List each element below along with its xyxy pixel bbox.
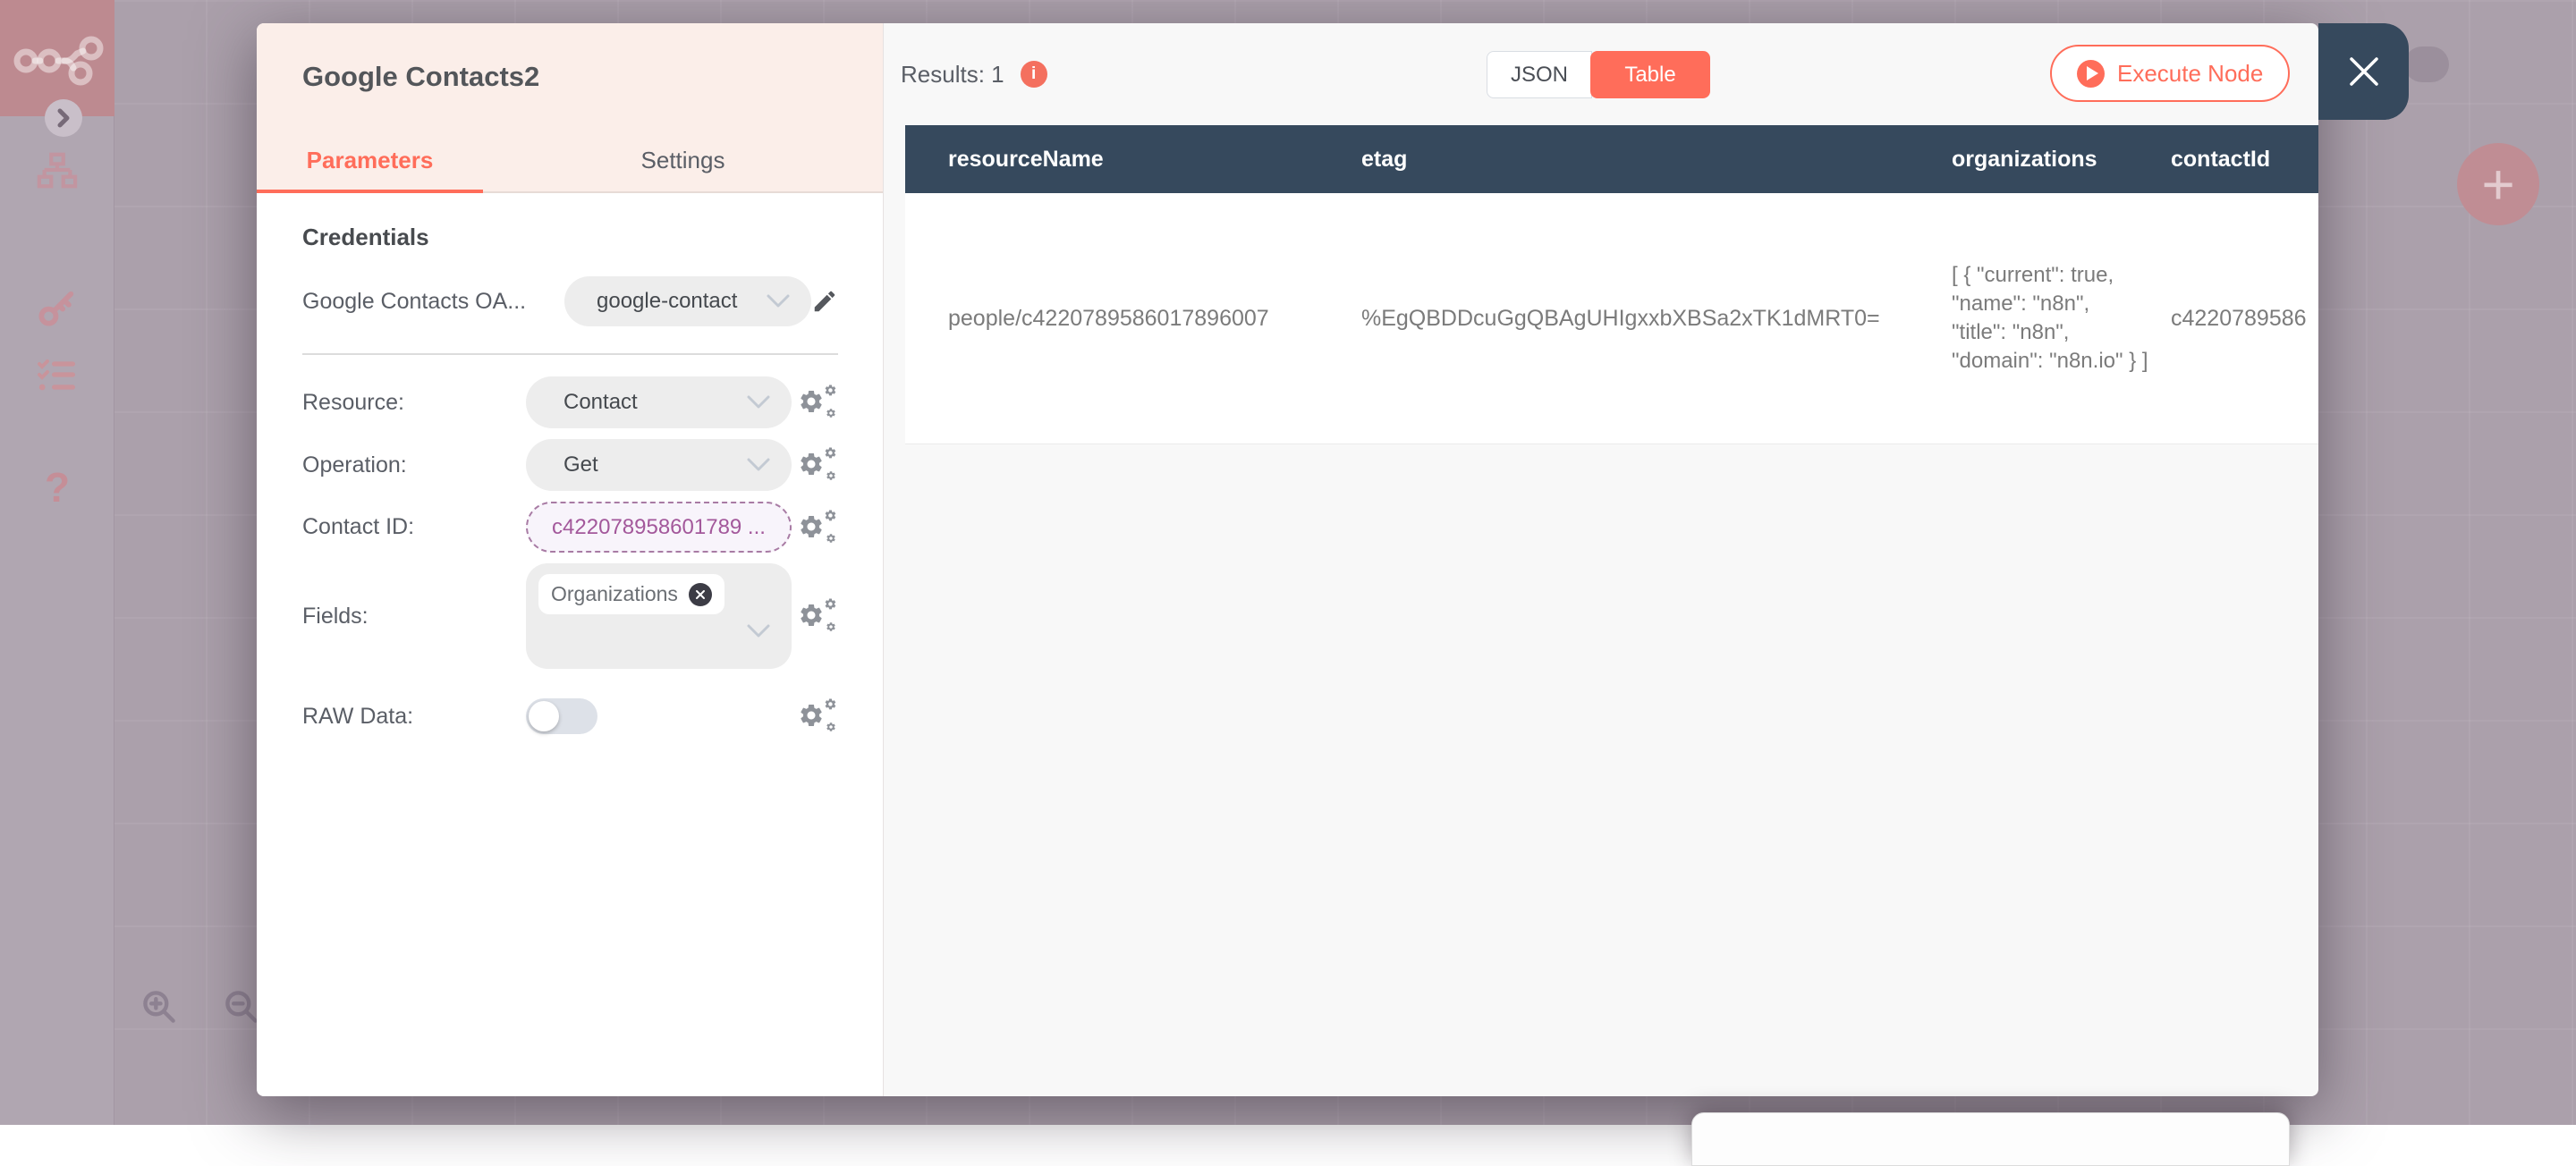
cell-organizations: [ { "current": true, "name": "n8n", "tit… <box>1925 193 2148 444</box>
contact-id-label: Contact ID: <box>302 514 526 540</box>
chevron-down-icon <box>747 624 770 638</box>
n8n-logo-icon <box>0 0 114 116</box>
column-header-etag: etag <box>1326 125 1925 193</box>
credentials-heading: Credentials <box>302 224 838 251</box>
raw-data-toggle[interactable] <box>526 698 597 734</box>
contact-id-expression-field[interactable]: c422078958601789 ... <box>526 502 792 553</box>
sidebar-item-credentials[interactable] <box>0 288 114 329</box>
workflows-icon <box>37 150 78 191</box>
credential-select-value: google-contact <box>597 289 767 314</box>
view-json-button[interactable]: JSON <box>1487 51 1592 98</box>
param-row-contact-id: Contact ID: c422078958601789 ... <box>302 502 838 553</box>
node-details-modal: Google Contacts2 Parameters Settings Cre… <box>257 23 2318 1096</box>
param-row-operation: Operation: Get <box>302 439 838 491</box>
zoom-out-button[interactable] <box>222 987 261 1027</box>
execute-node-label: Execute Node <box>2117 60 2263 88</box>
sidebar-collapse-button[interactable] <box>45 99 82 137</box>
credential-label: Google Contacts OA... <box>302 289 564 315</box>
results-table: resourceName etag organizations contactI… <box>905 125 2318 444</box>
raw-data-label: RAW Data: <box>302 704 526 730</box>
cell-resource-name: people/c4220789586017896007 <box>905 193 1326 444</box>
view-table-button[interactable]: Table <box>1590 51 1710 98</box>
key-icon <box>37 288 78 329</box>
output-view-toggle: JSON Table <box>1487 51 1710 98</box>
chevron-right-icon <box>55 108 72 128</box>
credential-edit-button[interactable] <box>811 288 838 315</box>
contact-id-options-gears-icon[interactable] <box>797 507 838 548</box>
play-icon <box>2077 60 2105 88</box>
zoom-in-button[interactable] <box>140 987 179 1027</box>
node-output-panel: Results: 1 i JSON Table Execute Node res… <box>884 23 2318 1096</box>
tag-remove-x-icon[interactable] <box>689 583 712 606</box>
bottom-popup <box>1691 1112 2290 1166</box>
chevron-down-icon <box>747 395 770 410</box>
param-row-raw-data: RAW Data: <box>302 696 838 737</box>
sidebar-item-executions[interactable] <box>0 356 114 399</box>
zoom-out-icon <box>222 987 261 1027</box>
add-node-button[interactable]: + <box>2457 143 2539 225</box>
table-row: people/c4220789586017896007 %EgQBDDcuGgQ… <box>905 193 2318 444</box>
close-modal-button[interactable] <box>2318 23 2409 120</box>
sidebar-item-help[interactable]: ? <box>0 463 114 511</box>
resource-label: Resource: <box>302 390 526 416</box>
fields-multiselect[interactable]: Organizations <box>526 563 792 669</box>
execute-node-button[interactable]: Execute Node <box>2050 45 2290 102</box>
tab-parameters[interactable]: Parameters <box>257 129 483 191</box>
node-parameters-panel: Google Contacts2 Parameters Settings Cre… <box>257 23 884 1096</box>
chevron-down-icon <box>767 294 790 308</box>
help-question-icon: ? <box>45 463 70 511</box>
param-row-fields: Fields: Organizations <box>302 563 838 669</box>
results-count-label: Results: 1 <box>901 61 1004 89</box>
parameters-body: Credentials Google Contacts OA... google… <box>257 193 883 1096</box>
app-sidebar: ? <box>0 0 114 1125</box>
toggle-knob <box>529 701 559 731</box>
cell-contact-id: c4220789586 <box>2148 193 2318 444</box>
executions-list-icon <box>36 356 79 399</box>
section-divider <box>302 353 838 355</box>
plus-icon: + <box>2481 156 2514 213</box>
node-title: Google Contacts2 <box>257 61 883 93</box>
operation-label: Operation: <box>302 452 526 478</box>
results-table-header: resourceName etag organizations contactI… <box>905 125 2318 193</box>
raw-data-options-gears-icon[interactable] <box>797 696 838 737</box>
fields-options-gears-icon[interactable] <box>797 596 838 637</box>
operation-options-gears-icon[interactable] <box>797 444 838 486</box>
resource-select[interactable]: Contact <box>526 376 792 428</box>
tab-settings[interactable]: Settings <box>483 129 883 191</box>
close-x-icon <box>2344 52 2384 91</box>
canvas-toggle-pill[interactable] <box>2404 46 2449 82</box>
fields-tag-label: Organizations <box>551 582 678 606</box>
param-row-resource: Resource: Contact <box>302 376 838 428</box>
node-header: Google Contacts2 Parameters Settings <box>257 23 883 193</box>
column-header-contact-id: contactId <box>2148 125 2318 193</box>
zoom-in-icon <box>140 987 179 1027</box>
info-icon[interactable]: i <box>1021 61 1047 88</box>
n8n-logo <box>0 0 114 116</box>
pencil-icon <box>811 288 838 315</box>
organizations-json: [ { "current": true, "name": "n8n", "tit… <box>1952 261 2148 376</box>
column-header-resource-name: resourceName <box>905 125 1326 193</box>
resource-select-value: Contact <box>564 390 747 415</box>
sidebar-item-workflows[interactable] <box>0 150 114 191</box>
node-tabs: Parameters Settings <box>257 129 883 193</box>
credential-select[interactable]: google-contact <box>564 276 811 326</box>
column-header-organizations: organizations <box>1925 125 2148 193</box>
operation-select-value: Get <box>564 452 747 477</box>
operation-select[interactable]: Get <box>526 439 792 491</box>
chevron-down-icon <box>747 458 770 472</box>
fields-tag-organizations: Organizations <box>538 574 724 614</box>
credential-row: Google Contacts OA... google-contact <box>302 276 838 326</box>
resource-options-gears-icon[interactable] <box>797 382 838 423</box>
cell-etag: %EgQBDDcuGgQBAgUHIgxxbXBSa2xTK1dMRT0= <box>1326 193 1925 444</box>
fields-label: Fields: <box>302 604 526 629</box>
